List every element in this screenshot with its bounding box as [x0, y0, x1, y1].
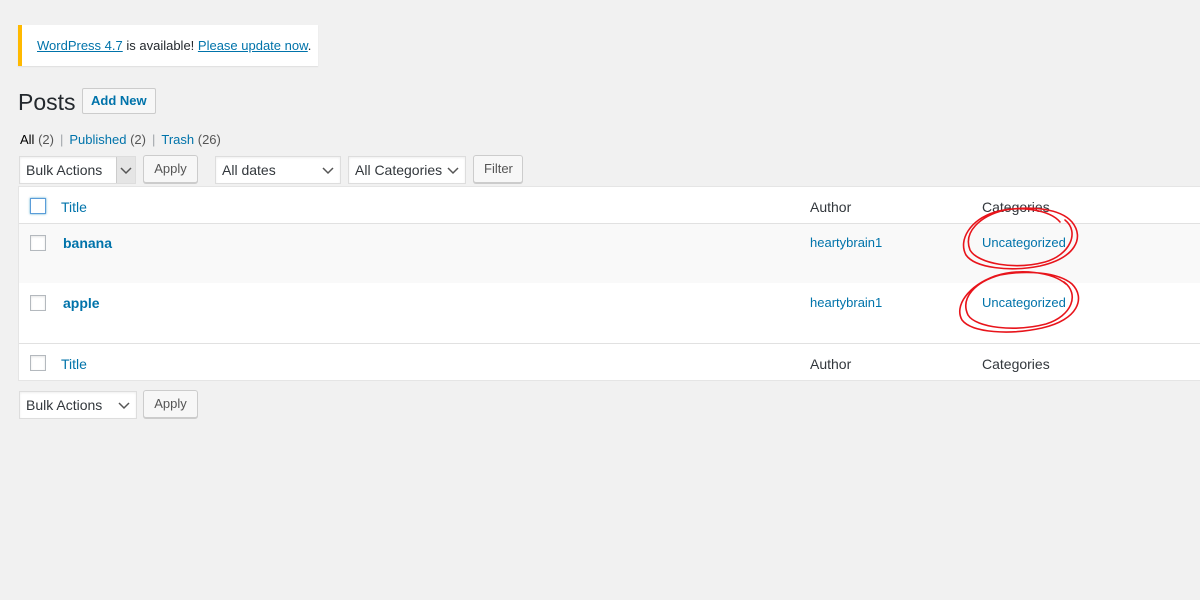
filter-separator: |	[59, 132, 64, 147]
chevron-down-icon	[445, 157, 461, 183]
apply-button-bottom[interactable]: Apply	[143, 390, 198, 418]
categories-filter-select[interactable]: All Categories	[348, 156, 466, 184]
column-header-author: Author	[810, 199, 852, 215]
bulk-actions-select-top[interactable]: Bulk Actions	[19, 156, 136, 184]
bulk-actions-value: Bulk Actions	[26, 162, 103, 178]
filter-button[interactable]: Filter	[473, 155, 523, 183]
filter-trash-count: (26)	[197, 132, 221, 147]
categories-filter-value: All Categories	[355, 162, 443, 178]
filter-all-count: (2)	[38, 132, 54, 147]
select-all-checkbox-top[interactable]	[30, 198, 46, 214]
chevron-down-icon	[116, 157, 135, 183]
dates-filter-select[interactable]: All dates	[215, 156, 341, 184]
column-header-title[interactable]: Title	[61, 198, 87, 216]
row-checkbox[interactable]	[30, 295, 46, 311]
filter-all-link[interactable]: All	[20, 132, 34, 147]
post-category-link[interactable]: Uncategorized	[982, 294, 1066, 312]
post-category-link[interactable]: Uncategorized	[982, 234, 1066, 252]
posts-table: Title Author Categories banana heartybra…	[18, 186, 1200, 381]
column-header-categories: Categories	[982, 199, 1050, 215]
update-now-link[interactable]: Please update now	[198, 38, 308, 53]
bulk-actions-value: Bulk Actions	[26, 397, 103, 413]
post-title-link[interactable]: apple	[63, 294, 100, 312]
column-footer-categories: Categories	[982, 356, 1050, 372]
notice-middle-text: is available!	[122, 38, 198, 53]
filter-separator: |	[151, 132, 156, 147]
chevron-down-icon	[116, 392, 132, 418]
filter-trash-link[interactable]: Trash	[161, 132, 194, 147]
column-footer-author: Author	[810, 356, 852, 372]
row-checkbox[interactable]	[30, 235, 46, 251]
update-notice: WordPress 4.7 is available! Please updat…	[18, 25, 318, 66]
bulk-actions-select-bottom[interactable]: Bulk Actions	[19, 391, 137, 419]
post-title-link[interactable]: banana	[63, 234, 112, 252]
chevron-down-icon	[320, 157, 336, 183]
status-filter-links: All (2) | Published (2) | Trash (26)	[20, 131, 221, 149]
wordpress-version-link[interactable]: WordPress 4.7	[37, 38, 123, 53]
dates-filter-value: All dates	[222, 162, 276, 178]
notice-end-text: .	[307, 38, 312, 53]
footer-divider	[19, 343, 1200, 344]
post-author-link[interactable]: heartybrain1	[810, 294, 882, 312]
apply-button-top[interactable]: Apply	[143, 155, 198, 183]
add-new-button[interactable]: Add New	[82, 88, 156, 114]
column-footer-title[interactable]: Title	[61, 355, 87, 373]
page-title: Posts	[18, 89, 76, 115]
filter-published-count: (2)	[130, 132, 146, 147]
table-row	[19, 224, 1200, 283]
post-author-link[interactable]: heartybrain1	[810, 234, 882, 252]
select-all-checkbox-bottom[interactable]	[30, 355, 46, 371]
filter-published-link[interactable]: Published	[69, 132, 126, 147]
